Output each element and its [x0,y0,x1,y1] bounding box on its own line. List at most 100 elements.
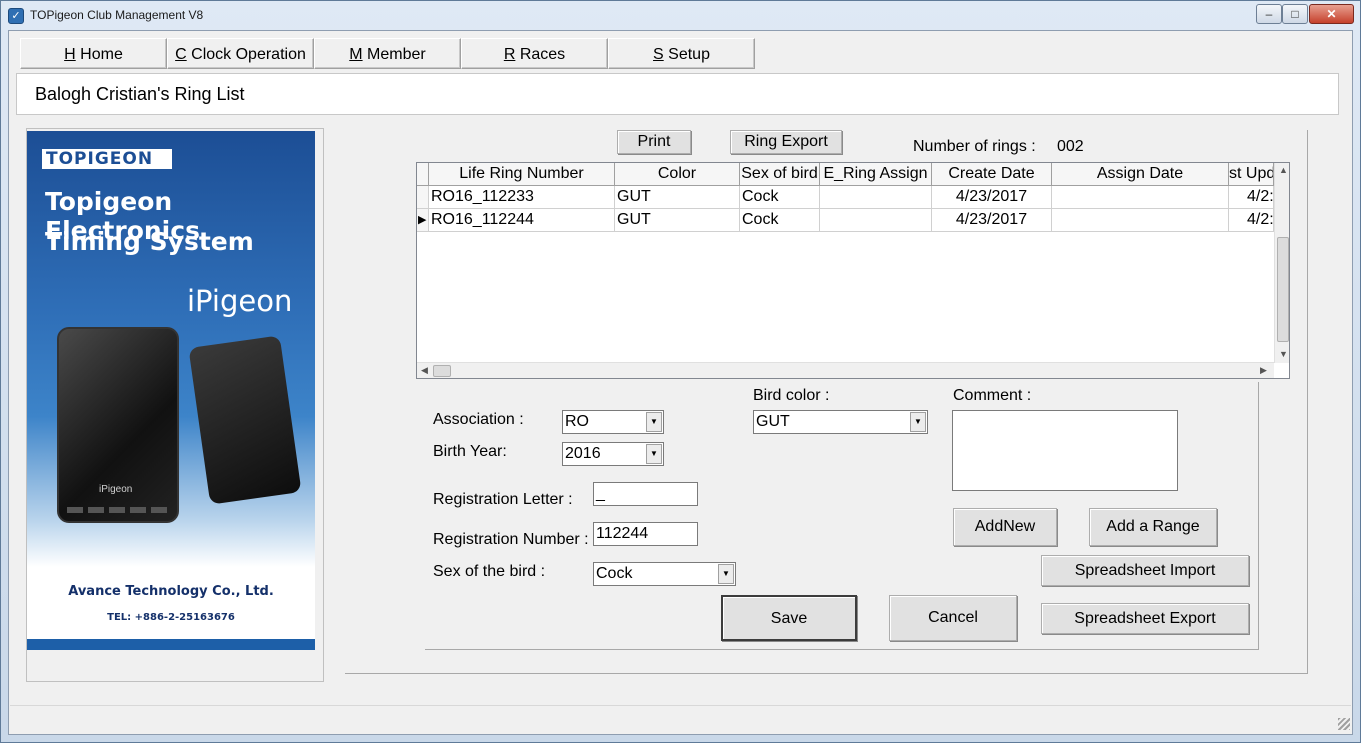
banner-footer-bar [27,639,315,650]
cancel-button[interactable]: Cancel [889,595,1017,641]
scroll-right-icon[interactable]: ▶ [1260,365,1267,376]
menu-races[interactable]: R Races [461,38,608,69]
print-button[interactable]: Print [617,130,691,154]
banner-headline-line2: Timing System [45,227,254,256]
column-header-life-ring[interactable]: Life Ring Number [429,163,615,186]
registration-number-label: Registration Number : [433,531,589,548]
chevron-down-icon[interactable]: ▼ [646,444,662,464]
menu-home-key: H [64,46,76,63]
app-icon: ✓ [8,8,24,24]
sex-label: Sex of the bird : [433,563,546,580]
cell-life-ring[interactable]: RO16_112233 [429,186,615,209]
row-indicator[interactable] [417,186,429,209]
chevron-down-icon[interactable]: ▼ [910,412,926,432]
birth-year-label: Birth Year: [433,443,507,460]
grid-horizontal-thumb[interactable] [433,365,451,377]
sex-select[interactable]: Cock ▼ [593,562,736,586]
device-label: iPigeon [99,484,133,495]
add-range-button[interactable]: Add a Range [1089,508,1217,546]
row-indicator[interactable]: ▶ [417,209,429,232]
menu-clock-label: Clock Operation [191,46,306,63]
ring-grid[interactable]: Life Ring Number Color Sex of bird E_Rin… [416,162,1290,379]
product-name: iPigeon [187,284,293,318]
cell-ering-assign[interactable] [820,209,932,232]
birth-year-value: 2016 [565,445,601,462]
comment-textarea[interactable] [952,410,1178,491]
cell-last-update[interactable]: 4/2: [1229,186,1274,209]
ring-export-button[interactable]: Ring Export [730,130,842,154]
product-banner: TOPIGEON Topigeon Electronics Timing Sys… [27,131,315,650]
column-header-ering-assign[interactable]: E_Ring Assign [820,163,932,186]
chevron-down-icon[interactable]: ▼ [646,412,662,432]
maximize-button[interactable]: □ [1282,4,1308,24]
save-button[interactable]: Save [721,595,857,641]
column-header-color[interactable]: Color [615,163,740,186]
main-panel-border [345,673,1308,674]
menu-member-key: M [349,46,363,63]
birth-year-select[interactable]: 2016 ▼ [562,442,664,466]
bird-color-select[interactable]: GUT ▼ [753,410,928,434]
minimize-button[interactable]: – [1256,4,1282,24]
column-header-create-date[interactable]: Create Date [932,163,1052,186]
cell-sex[interactable]: Cock [740,186,820,209]
menu-bar: H Home C Clock Operation M Member R Race… [10,38,1350,69]
cell-color[interactable]: GUT [615,209,740,232]
device-keys [67,507,171,513]
menu-member-label: Member [367,46,426,63]
spreadsheet-export-button[interactable]: Spreadsheet Export [1041,603,1249,634]
association-value: RO [565,413,589,430]
window-title: TOPigeon Club Management V8 [30,8,204,22]
column-header-sex[interactable]: Sex of bird [740,163,820,186]
cell-create-date[interactable]: 4/23/2017 [932,209,1052,232]
cell-create-date[interactable]: 4/23/2017 [932,186,1052,209]
menu-setup[interactable]: S Setup [608,38,755,69]
scroll-down-icon[interactable]: ▼ [1279,349,1288,359]
column-header-last-update[interactable]: st Upd [1229,163,1274,186]
menu-clock-key: C [175,46,187,63]
bird-color-value: GUT [756,413,790,430]
menu-member[interactable]: M Member [314,38,461,69]
cell-last-update[interactable]: 4/2: [1229,209,1274,232]
cell-life-ring[interactable]: RO16_112244 [429,209,615,232]
menu-setup-key: S [653,46,664,63]
company-phone: TEL: +886-2-25163676 [107,612,235,623]
cell-color[interactable]: GUT [615,186,740,209]
rings-count-label: Number of rings : [913,138,1036,155]
device-front-image: iPigeon [57,327,179,523]
association-select[interactable]: RO ▼ [562,410,664,434]
brand-logo: TOPIGEON [42,149,172,169]
column-header-assign-date[interactable]: Assign Date [1052,163,1229,186]
association-label: Association : [433,411,524,428]
grid-horizontal-scrollbar[interactable]: ◀ ▶ [417,362,1274,378]
comment-label: Comment : [953,387,1032,404]
scroll-left-icon[interactable]: ◀ [421,365,428,376]
menu-home-label: Home [80,46,123,63]
chevron-down-icon[interactable]: ▼ [718,564,734,584]
company-name: Avance Technology Co., Ltd. [68,584,274,599]
cell-ering-assign[interactable] [820,186,932,209]
cell-sex[interactable]: Cock [740,209,820,232]
menu-setup-label: Setup [668,46,710,63]
row-header-corner [417,163,429,186]
menu-races-key: R [503,46,516,63]
menu-home[interactable]: H Home [20,38,167,69]
grid-vertical-thumb[interactable] [1277,237,1289,342]
menu-races-label: Races [519,46,566,63]
scroll-up-icon[interactable]: ▲ [1279,165,1288,175]
cell-assign-date[interactable] [1052,186,1229,209]
close-button[interactable]: ✕ [1309,4,1354,24]
registration-letter-label: Registration Letter : [433,491,573,508]
sex-value: Cock [596,565,633,582]
registration-letter-input[interactable]: _ [593,482,698,506]
main-panel-border [1307,130,1308,674]
bird-color-label: Bird color : [753,387,830,404]
grid-vertical-scrollbar[interactable]: ▲ ▼ [1274,163,1289,363]
rings-count-value: 002 [1057,138,1084,155]
title-bar: ✓ TOPigeon Club Management V8 – □ ✕ [0,0,1361,30]
registration-number-input[interactable]: 112244 [593,522,698,546]
spreadsheet-import-button[interactable]: Spreadsheet Import [1041,555,1249,586]
addnew-button[interactable]: AddNew [953,508,1057,546]
cell-assign-date[interactable] [1052,209,1229,232]
menu-clock-operation[interactable]: C Clock Operation [167,38,314,69]
resize-grip-icon[interactable] [1338,718,1350,730]
